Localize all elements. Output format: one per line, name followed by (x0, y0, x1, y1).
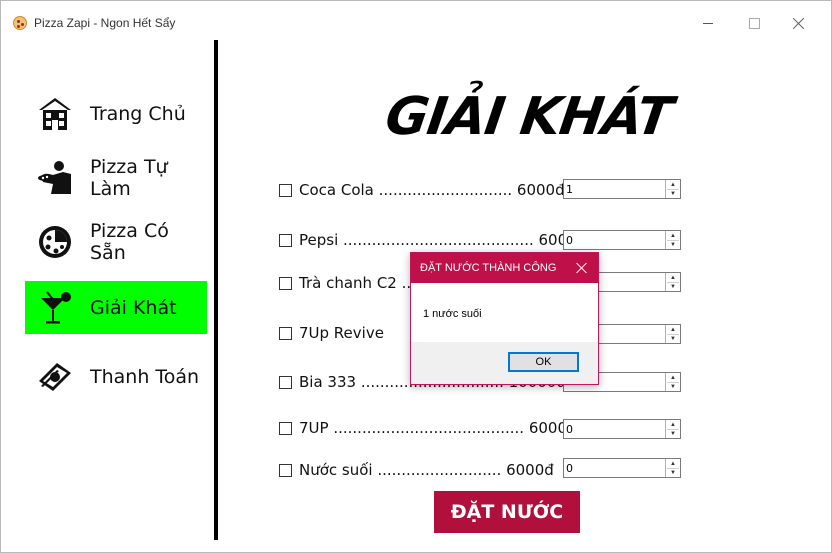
quantity-value: 0 (566, 234, 573, 247)
decrement-icon[interactable]: ▼ (667, 334, 679, 343)
drink-label: Nước suối .......................... 600… (299, 461, 554, 479)
page-title: GIẢI KHÁT (381, 87, 676, 147)
house-icon (39, 98, 71, 130)
drink-label: Pepsi ..................................… (299, 231, 587, 249)
sidebar-item-pizza-co-san[interactable]: Pizza Có Sẵn (25, 215, 207, 268)
decrement-icon[interactable]: ▼ (667, 468, 679, 477)
minimize-button[interactable] (686, 11, 730, 35)
order-drinks-button[interactable]: ĐẶT NƯỚC (434, 491, 580, 533)
sidebar-item-thanh-toan[interactable]: Thanh Toán (25, 350, 207, 403)
dialog-close-icon[interactable] (576, 262, 588, 274)
drink-checkbox[interactable] (279, 234, 292, 247)
drink-checkbox[interactable] (279, 184, 292, 197)
title-bar: Pizza Zapi - Ngon Hết Sẩy (1, 1, 831, 31)
quantity-value: 1 (566, 183, 573, 196)
dialog-message: 1 nước suối (423, 308, 482, 320)
drink-checkbox[interactable] (279, 464, 292, 477)
quantity-value: 0 (566, 423, 573, 436)
drink-checkbox[interactable] (279, 422, 292, 435)
decrement-icon[interactable]: ▼ (667, 189, 679, 198)
sidebar-item-label: Giải Khát (90, 296, 177, 319)
dialog-title-bar: ĐẶT NƯỚC THÀNH CÔNG (411, 253, 598, 283)
close-icon (793, 17, 805, 29)
ok-button[interactable]: OK (508, 352, 579, 372)
sidebar-item-trang-chu[interactable]: Trang Chủ (25, 87, 207, 140)
drink-label: 7UP ....................................… (299, 419, 577, 437)
quantity-stepper-coca-cola[interactable]: 1 ▲ ▼ (563, 179, 681, 199)
decrement-icon[interactable]: ▼ (667, 282, 679, 291)
quantity-stepper-7up[interactable]: 0 ▲ ▼ (563, 419, 681, 439)
sidebar-item-label: Trang Chủ (90, 102, 186, 125)
money-icon (39, 363, 71, 391)
minimize-icon (703, 22, 713, 24)
quantity-stepper-pepsi[interactable]: 0 ▲ ▼ (563, 230, 681, 250)
dialog-title: ĐẶT NƯỚC THÀNH CÔNG (420, 262, 557, 274)
maximize-icon (748, 17, 760, 29)
close-button[interactable] (777, 11, 821, 35)
drink-checkbox[interactable] (279, 376, 292, 389)
pizza-icon (39, 226, 71, 258)
decrement-icon[interactable]: ▼ (667, 240, 679, 249)
drink-checkbox[interactable] (279, 277, 292, 290)
sidebar-item-label: Pizza Tự Làm (90, 155, 168, 200)
window-title: Pizza Zapi - Ngon Hết Sẩy (34, 16, 176, 30)
dialog-footer: OK (411, 342, 598, 384)
sidebar-divider (214, 40, 218, 540)
chef-icon (38, 161, 71, 194)
pizza-app-icon (13, 16, 27, 30)
app-window: Pizza Zapi - Ngon Hết Sẩy Trang Chủ Pizz… (0, 0, 832, 553)
order-success-dialog: ĐẶT NƯỚC THÀNH CÔNG 1 nước suối OK (410, 252, 599, 385)
sidebar-item-pizza-tu-lam[interactable]: Pizza Tự Làm (25, 151, 207, 204)
cocktail-icon (41, 291, 71, 324)
sidebar-item-giai-khat[interactable]: Giải Khát (25, 281, 207, 334)
maximize-button[interactable] (732, 11, 776, 35)
drink-checkbox[interactable] (279, 327, 292, 340)
drink-label: 7Up Revive (299, 324, 384, 342)
drink-label: Coca Cola ............................ 6… (299, 181, 565, 199)
sidebar-item-label: Pizza Có Sẵn (90, 219, 169, 264)
quantity-stepper-nuoc-suoi[interactable]: 0 ▲ ▼ (563, 458, 681, 478)
sidebar-item-label: Thanh Toán (90, 365, 200, 388)
quantity-value: 0 (566, 462, 573, 475)
decrement-icon[interactable]: ▼ (667, 429, 679, 438)
decrement-icon[interactable]: ▼ (667, 382, 679, 391)
